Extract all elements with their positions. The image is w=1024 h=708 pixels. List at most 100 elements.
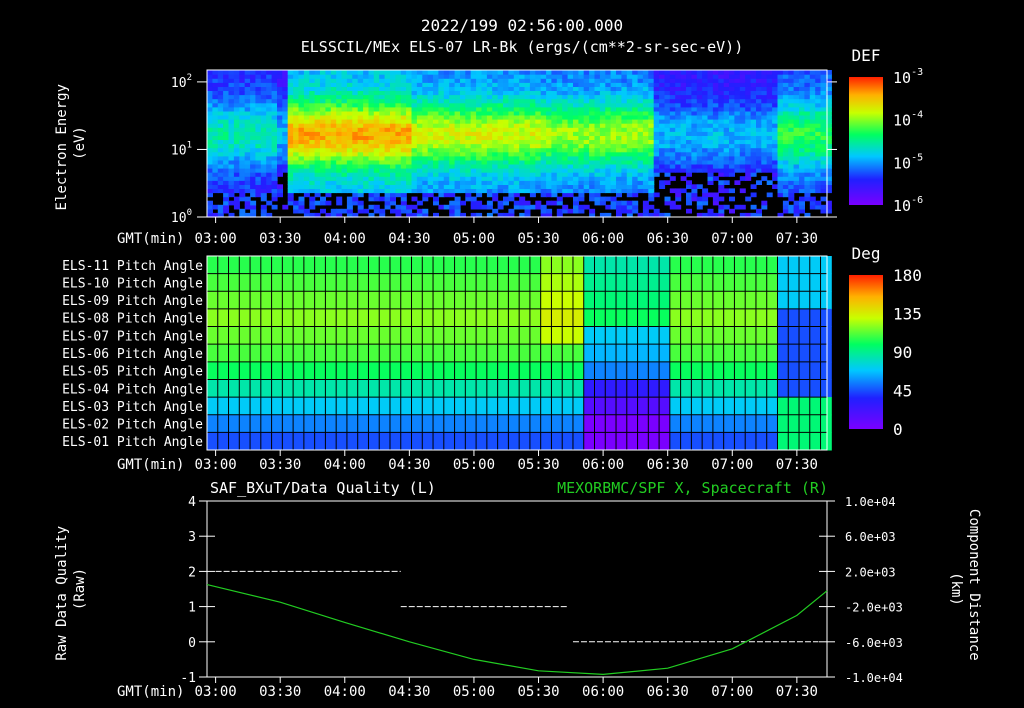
spectrogram-cell [486, 102, 493, 108]
spectrogram-cell [379, 131, 386, 136]
spectrogram-cell [228, 180, 235, 185]
spectrogram-cell [702, 135, 709, 140]
pitch-angle-cell [400, 273, 413, 292]
spectrogram-cell [325, 188, 332, 194]
spectrogram-cell [449, 70, 456, 75]
spectrogram-cell [341, 208, 348, 214]
spectrogram-cell [449, 106, 456, 112]
spectrogram-cell [815, 98, 822, 104]
spectrogram-cell [233, 159, 240, 165]
spectrogram-cell [411, 131, 418, 136]
spectrogram-cell [583, 74, 590, 79]
spectrogram-cell [303, 90, 310, 96]
spectrogram-cell [594, 163, 601, 169]
spectrogram-cell [820, 90, 827, 96]
spectrogram-cell [712, 119, 719, 124]
spectrogram-cell [750, 131, 757, 136]
pitch-angle-cell [691, 344, 703, 363]
pitch-angle-cell [648, 326, 660, 345]
pitch-angle-cell [250, 361, 262, 380]
spectrogram-cell [637, 78, 644, 83]
spectrogram-cell [271, 90, 278, 96]
spectrogram-cell [244, 172, 251, 177]
pitch-angle-cell [605, 326, 617, 345]
spectrogram-cell [492, 106, 499, 112]
spectrogram-cell [567, 176, 574, 181]
spectrogram-cell [599, 119, 606, 124]
pitch-angle-cell [228, 326, 240, 345]
spectrogram-cell [250, 176, 257, 181]
spectrogram-cell [535, 184, 542, 189]
spectrogram-cell [632, 98, 639, 104]
spectrogram-cell [804, 74, 811, 79]
spectrogram-cell [336, 119, 343, 124]
pitch-angle-cell [443, 361, 456, 380]
spectrogram-cell [271, 106, 278, 112]
spectrogram-cell [470, 102, 477, 108]
spectrogram-cell [287, 86, 294, 91]
spectrogram-cell [567, 90, 574, 96]
spectrogram-cell [659, 127, 666, 132]
spectrogram-cell [605, 110, 612, 116]
spectrogram-cell [460, 143, 466, 149]
spectrogram-cell [486, 106, 493, 112]
spectrogram-cell [729, 74, 735, 79]
spectrogram-cell [373, 102, 380, 108]
spectrogram-cell [320, 106, 326, 112]
spectrogram-cell [540, 131, 547, 136]
spectrogram-cell [492, 78, 499, 83]
pitch-angle-cell [390, 291, 402, 310]
spectrogram-cell [314, 131, 321, 136]
pitch-angle-cell [346, 344, 359, 363]
spectrogram-cell [578, 106, 585, 112]
pitch-angle-cell [271, 361, 283, 380]
spectrogram-cell [621, 94, 628, 100]
spectrogram-cell [573, 74, 579, 79]
spectrogram-cell [293, 172, 300, 177]
spectrogram-cell [390, 90, 396, 96]
time-tick-label: 03:30 [259, 231, 301, 247]
pitch-angle-cell [680, 432, 692, 451]
spectrogram-cell [680, 155, 687, 161]
pitch-angle-cell [239, 361, 251, 380]
spectrogram-cell [454, 196, 461, 202]
pitch-angle-cell [820, 432, 832, 451]
spectrogram-cell [309, 127, 316, 132]
pitch-angle-cell [573, 291, 585, 310]
spectrogram-cell [336, 102, 343, 108]
spectrogram-cell [573, 172, 579, 177]
spectrogram-cell [707, 180, 714, 185]
spectrogram-cell [390, 180, 396, 185]
spectrogram-cell [772, 86, 779, 91]
spectrogram-cell [804, 102, 811, 108]
spectrogram-cell [610, 94, 617, 100]
spectrogram-cell [556, 135, 563, 140]
pitch-angle-cell [336, 379, 348, 398]
spectrogram-cell [395, 147, 402, 153]
pitch-angle-cell [605, 256, 617, 275]
spectrogram-cell [390, 110, 396, 116]
spectrogram-cell [562, 172, 569, 177]
pitch-angle-cell [723, 414, 735, 433]
spectrogram-cell [207, 119, 213, 124]
spectrogram-cell [626, 155, 633, 161]
spectrogram-cell [433, 135, 439, 140]
spectrogram-cell [352, 180, 359, 185]
spectrogram-cell [567, 147, 574, 153]
spectrogram-cell [282, 135, 289, 140]
spectrogram-cell [712, 90, 719, 96]
spectrogram-cell [702, 110, 709, 116]
spectrogram-cell [368, 90, 375, 96]
spectrogram-cell [519, 200, 526, 206]
spectrogram-cell [217, 86, 224, 91]
spectrogram-cell [212, 86, 219, 91]
spectrogram-cell [642, 94, 649, 100]
spectrogram-cell [556, 74, 563, 79]
pitch-angle-cell [293, 379, 305, 398]
pitch-angle-cell [476, 414, 488, 433]
pitch-angle-cell [820, 397, 832, 416]
spectrogram-cell [422, 172, 429, 177]
spectrogram-cell [266, 184, 273, 189]
spectrogram-cell [465, 123, 472, 128]
spectrogram-cell [691, 70, 698, 75]
